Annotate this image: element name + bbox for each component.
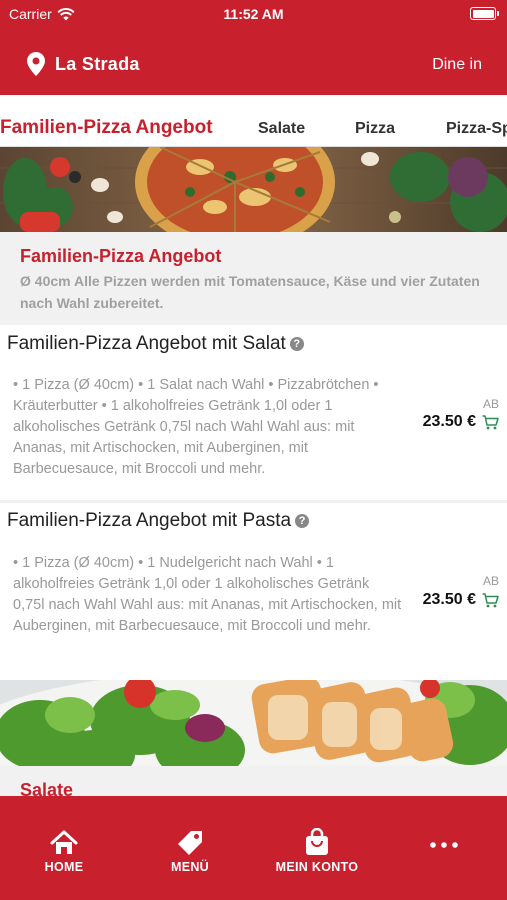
category-tabs: Familien-Pizza Angebot Salate Pizza Pizz… bbox=[0, 95, 507, 147]
nav-more[interactable] bbox=[389, 826, 499, 852]
battery-icon bbox=[470, 7, 499, 20]
category-banner-salate bbox=[0, 680, 507, 766]
tab-pizza[interactable]: Pizza bbox=[355, 120, 395, 138]
nav-menu[interactable]: MENÜ bbox=[135, 826, 245, 874]
menu-item-title: Familien-Pizza Angebot mit Pasta bbox=[7, 510, 292, 531]
category-banner-pizza bbox=[0, 147, 507, 232]
app-header: Carrier 11:52 AM La Strada Dine in bbox=[0, 0, 507, 95]
price-prefix: AB bbox=[482, 397, 499, 411]
category-description: Ø 40cm Alle Pizzen werden mit Tomatensau… bbox=[20, 273, 480, 311]
nav-account[interactable]: MEIN KONTO bbox=[262, 826, 372, 874]
price-prefix: AB bbox=[482, 574, 499, 588]
salad-image bbox=[0, 680, 507, 766]
nav-label: MENÜ bbox=[170, 860, 209, 874]
dine-in-toggle[interactable]: Dine in bbox=[432, 56, 482, 74]
shopping-bag-icon bbox=[306, 828, 328, 855]
info-icon[interactable]: ? bbox=[289, 337, 304, 351]
tag-icon bbox=[178, 831, 202, 855]
location-pin-icon bbox=[27, 52, 45, 76]
menu-item-title-wrapper: Familien-Pizza Angebot mit Pasta ? bbox=[7, 510, 310, 532]
more-dots-icon bbox=[430, 842, 458, 848]
menu-item-title: Familien-Pizza Angebot mit Salat bbox=[7, 333, 286, 354]
price-with-cart[interactable]: 23.50 € bbox=[423, 591, 499, 609]
menu-item-familien-pizza-pasta[interactable]: Familien-Pizza Angebot mit Pasta ? • 1 P… bbox=[0, 503, 507, 680]
price-value: 23.50 € bbox=[422, 591, 476, 608]
price-with-cart[interactable]: 23.50 € bbox=[423, 413, 499, 431]
tab-salate[interactable]: Salate bbox=[258, 120, 305, 138]
category-info: Familien-Pizza Angebot Ø 40cm Alle Pizze… bbox=[0, 232, 507, 325]
nav-label: HOME bbox=[44, 860, 84, 874]
clock: 11:52 AM bbox=[223, 6, 284, 22]
nav-home[interactable]: HOME bbox=[9, 826, 119, 874]
status-bar: Carrier 11:52 AM bbox=[0, 0, 507, 28]
menu-item-description: • 1 Pizza (Ø 40cm) • 1 Salat nach Wahl •… bbox=[13, 377, 379, 477]
store-name: La Strada bbox=[55, 53, 140, 74]
info-icon[interactable]: ? bbox=[295, 514, 310, 528]
bottom-navigation: HOME MENÜ MEIN KONTO bbox=[0, 796, 507, 900]
tab-familien-pizza-angebot[interactable]: Familien-Pizza Angebot bbox=[0, 117, 213, 139]
store-selector[interactable]: La Strada bbox=[27, 52, 140, 76]
home-icon bbox=[50, 830, 78, 854]
add-to-cart-icon[interactable] bbox=[482, 592, 499, 608]
add-to-cart-icon[interactable] bbox=[482, 414, 499, 430]
tab-pizza-spezial[interactable]: Pizza-Sp bbox=[446, 120, 507, 138]
menu-item-title-wrapper: Familien-Pizza Angebot mit Salat ? bbox=[7, 333, 304, 355]
pizza-image bbox=[0, 147, 507, 232]
menu-item-familien-pizza-salat[interactable]: Familien-Pizza Angebot mit Salat ? • 1 P… bbox=[0, 325, 507, 500]
nav-label: MEIN KONTO bbox=[275, 860, 359, 874]
category-header-salate: Salate bbox=[0, 766, 507, 800]
category-title: Familien-Pizza Angebot bbox=[20, 246, 222, 266]
price-value: 23.50 € bbox=[422, 413, 476, 430]
menu-item-description: • 1 Pizza (Ø 40cm) • 1 Nudelgericht nach… bbox=[13, 555, 402, 634]
